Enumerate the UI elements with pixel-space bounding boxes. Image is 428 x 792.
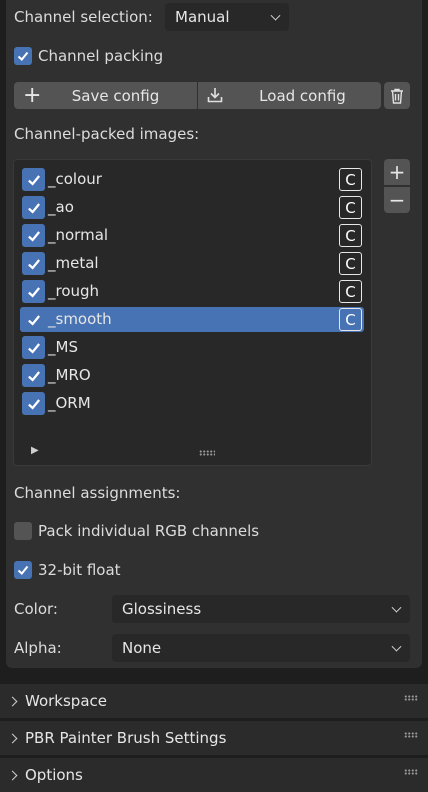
load-config-label: Load config <box>259 86 346 105</box>
channel-selection-label: Channel selection: <box>14 8 153 26</box>
pack-rgb-toggle[interactable]: Pack individual RGB channels <box>14 521 259 541</box>
plus-icon: + <box>23 83 42 108</box>
pack-rgb-label: Pack individual RGB channels <box>38 522 260 540</box>
save-config-button[interactable]: + Save config <box>14 82 197 109</box>
remove-image-button[interactable]: − <box>384 187 410 213</box>
list-item[interactable]: _colour C <box>20 167 364 192</box>
image-name: _metal <box>48 254 99 272</box>
float32-checkbox[interactable] <box>14 561 32 579</box>
chevron-down-icon <box>270 10 281 21</box>
image-enabled-checkbox[interactable] <box>22 196 45 219</box>
check-icon <box>27 398 40 410</box>
channel-packing-checkbox[interactable] <box>14 47 32 65</box>
alpha-value: None <box>122 639 162 657</box>
image-badge[interactable]: C <box>339 224 362 247</box>
check-icon <box>27 370 40 382</box>
channel-packed-images-list[interactable]: _colour C _ao C _normal C _metal C _rough C _smoot… <box>13 159 372 466</box>
image-badge[interactable]: C <box>339 196 362 219</box>
chevron-down-icon <box>391 641 402 652</box>
section-title: Workspace <box>25 692 107 710</box>
image-name: _smooth <box>48 310 112 328</box>
alpha-label: Alpha: <box>14 639 62 657</box>
check-icon <box>27 342 40 354</box>
drag-grip-icon[interactable] <box>404 732 418 738</box>
color-value: Glossiness <box>122 600 202 618</box>
pack-rgb-checkbox[interactable] <box>14 522 32 540</box>
image-name: _normal <box>48 226 109 244</box>
image-enabled-checkbox[interactable] <box>22 364 45 387</box>
image-name: _ao <box>48 198 74 216</box>
list-item[interactable]: _MS <box>20 335 364 360</box>
channel-selection-dropdown[interactable]: Manual <box>165 3 289 31</box>
section-workspace[interactable]: Workspace <box>0 683 428 718</box>
list-item[interactable]: _rough C <box>20 279 364 304</box>
float32-label: 32-bit float <box>38 561 121 579</box>
section-pbr-painter-brush-settings[interactable]: PBR Painter Brush Settings <box>0 720 428 755</box>
image-enabled-checkbox[interactable] <box>22 224 45 247</box>
list-item[interactable]: _MRO <box>20 363 364 388</box>
check-icon <box>27 202 40 214</box>
chevron-down-icon <box>391 602 402 613</box>
image-enabled-checkbox[interactable] <box>22 280 45 303</box>
load-config-button[interactable]: Load config <box>198 82 381 109</box>
images-header: Channel-packed images: <box>14 125 200 143</box>
check-icon <box>27 314 40 326</box>
check-icon <box>27 174 40 186</box>
list-item[interactable]: _smooth C <box>20 307 364 332</box>
channel-packing-label: Channel packing <box>38 47 164 65</box>
image-enabled-checkbox[interactable] <box>22 308 45 331</box>
check-icon <box>27 258 40 270</box>
section-title: PBR Painter Brush Settings <box>25 729 227 747</box>
delete-config-button[interactable] <box>384 82 410 109</box>
add-image-button[interactable]: + <box>384 159 410 185</box>
trash-icon <box>391 88 403 104</box>
image-enabled-checkbox[interactable] <box>22 336 45 359</box>
check-icon <box>17 565 29 575</box>
image-enabled-checkbox[interactable] <box>22 252 45 275</box>
image-name: _ORM <box>48 394 91 412</box>
list-item[interactable]: _normal C <box>20 223 364 248</box>
channel-packing-toggle[interactable]: Channel packing <box>14 46 163 66</box>
check-icon <box>27 286 40 298</box>
alpha-dropdown[interactable]: None <box>112 634 410 662</box>
list-item[interactable]: _ao C <box>20 195 364 220</box>
drag-grip-icon[interactable] <box>404 695 418 701</box>
chevron-right-icon <box>7 733 18 744</box>
list-item[interactable]: _ORM <box>20 391 364 416</box>
list-resize-grip-icon[interactable] <box>199 450 215 456</box>
image-name: _MRO <box>48 366 91 384</box>
image-badge[interactable]: C <box>339 308 362 331</box>
image-badge[interactable]: C <box>339 168 362 191</box>
image-name: _rough <box>48 282 100 300</box>
float32-toggle[interactable]: 32-bit float <box>14 560 121 580</box>
image-badge[interactable]: C <box>339 280 362 303</box>
list-item[interactable]: _metal C <box>20 251 364 276</box>
expand-triangle-icon[interactable]: ▶ <box>31 445 39 456</box>
save-config-label: Save config <box>71 86 160 105</box>
image-enabled-checkbox[interactable] <box>22 392 45 415</box>
image-enabled-checkbox[interactable] <box>22 168 45 191</box>
section-title: Options <box>25 766 83 784</box>
color-label: Color: <box>14 600 58 618</box>
assignments-header: Channel assignments: <box>14 484 181 502</box>
channel-selection-value: Manual <box>175 8 230 26</box>
color-dropdown[interactable]: Glossiness <box>112 595 410 623</box>
check-icon <box>27 230 40 242</box>
section-options[interactable]: Options <box>0 757 428 792</box>
check-icon <box>17 51 29 61</box>
chevron-right-icon <box>7 770 18 781</box>
chevron-right-icon <box>7 696 18 707</box>
image-name: _MS <box>48 338 78 356</box>
drag-grip-icon[interactable] <box>404 769 418 775</box>
download-icon <box>206 86 224 108</box>
image-badge[interactable]: C <box>339 252 362 275</box>
image-name: _colour <box>48 170 102 188</box>
